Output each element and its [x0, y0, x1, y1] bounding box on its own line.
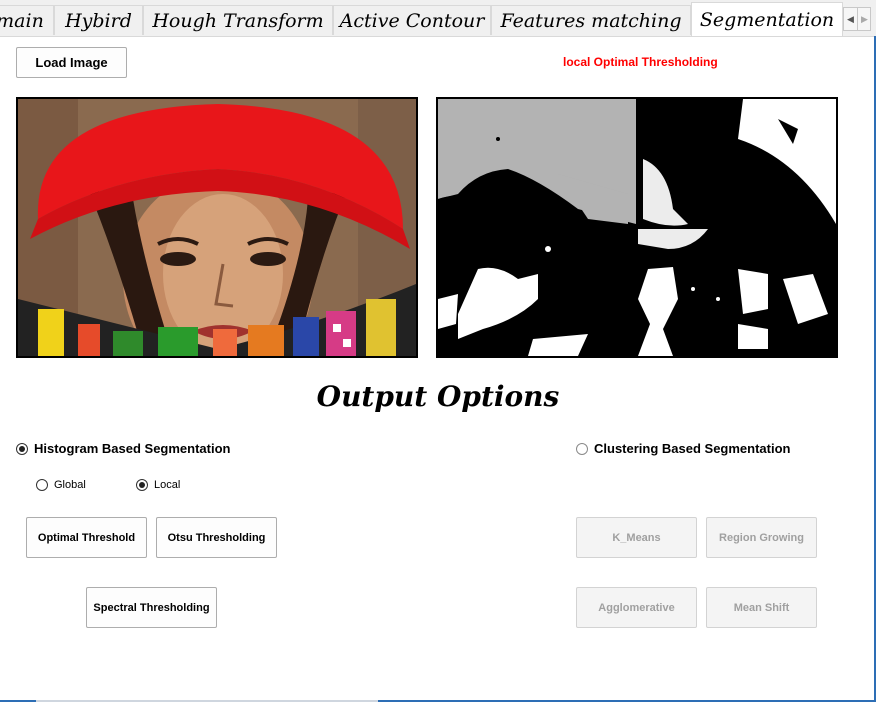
tab-features-matching[interactable]: Features matching [491, 5, 691, 35]
tab-hybird[interactable]: Hybird [54, 5, 143, 35]
region-growing-button[interactable]: Region Growing [706, 517, 817, 558]
spectral-thresholding-button[interactable]: Spectral Thresholding [86, 587, 217, 628]
tab-main[interactable]: main [0, 5, 54, 35]
radio-indicator[interactable] [136, 479, 148, 491]
histogram-segmentation-label: Histogram Based Segmentation [34, 441, 231, 456]
output-options-title: Output Options [316, 380, 560, 413]
tab-active-contour[interactable]: Active Contour [333, 5, 491, 35]
clustering-segmentation-label: Clustering Based Segmentation [594, 441, 791, 456]
clustering-segmentation-radio[interactable]: Clustering Based Segmentation [576, 441, 790, 456]
status-text: local Optimal Thresholding [563, 55, 718, 69]
radio-indicator[interactable] [16, 442, 28, 455]
input-image [16, 97, 418, 358]
output-image [436, 97, 838, 358]
radio-indicator[interactable] [36, 479, 48, 491]
global-scope-radio[interactable]: Global [36, 479, 86, 491]
tab-scroll-buttons: ◀ ▶ [843, 7, 871, 31]
local-scope-label: Local [154, 479, 181, 491]
chevron-right-icon[interactable]: ▶ [858, 8, 871, 30]
tab-hough-transform[interactable]: Hough Transform [143, 5, 333, 35]
global-scope-label: Global [54, 479, 86, 491]
optimal-threshold-button[interactable]: Optimal Threshold [26, 517, 147, 558]
otsu-thresholding-button[interactable]: Otsu Thresholding [156, 517, 277, 558]
radio-indicator[interactable] [576, 442, 588, 455]
binary-segmented-photo-icon [438, 99, 836, 356]
portrait-photo-icon [18, 99, 416, 356]
histogram-segmentation-radio[interactable]: Histogram Based Segmentation [16, 441, 231, 456]
chevron-left-icon[interactable]: ◀ [844, 8, 858, 30]
local-scope-radio[interactable]: Local [136, 479, 180, 491]
load-image-button[interactable]: Load Image [16, 47, 127, 78]
agglomerative-button[interactable]: Agglomerative [576, 587, 697, 628]
tab-bar: main Hybird Hough Transform Active Conto… [0, 0, 876, 37]
mean-shift-button[interactable]: Mean Shift [706, 587, 817, 628]
tab-segmentation[interactable]: Segmentation [691, 2, 843, 36]
kmeans-button[interactable]: K_Means [576, 517, 697, 558]
